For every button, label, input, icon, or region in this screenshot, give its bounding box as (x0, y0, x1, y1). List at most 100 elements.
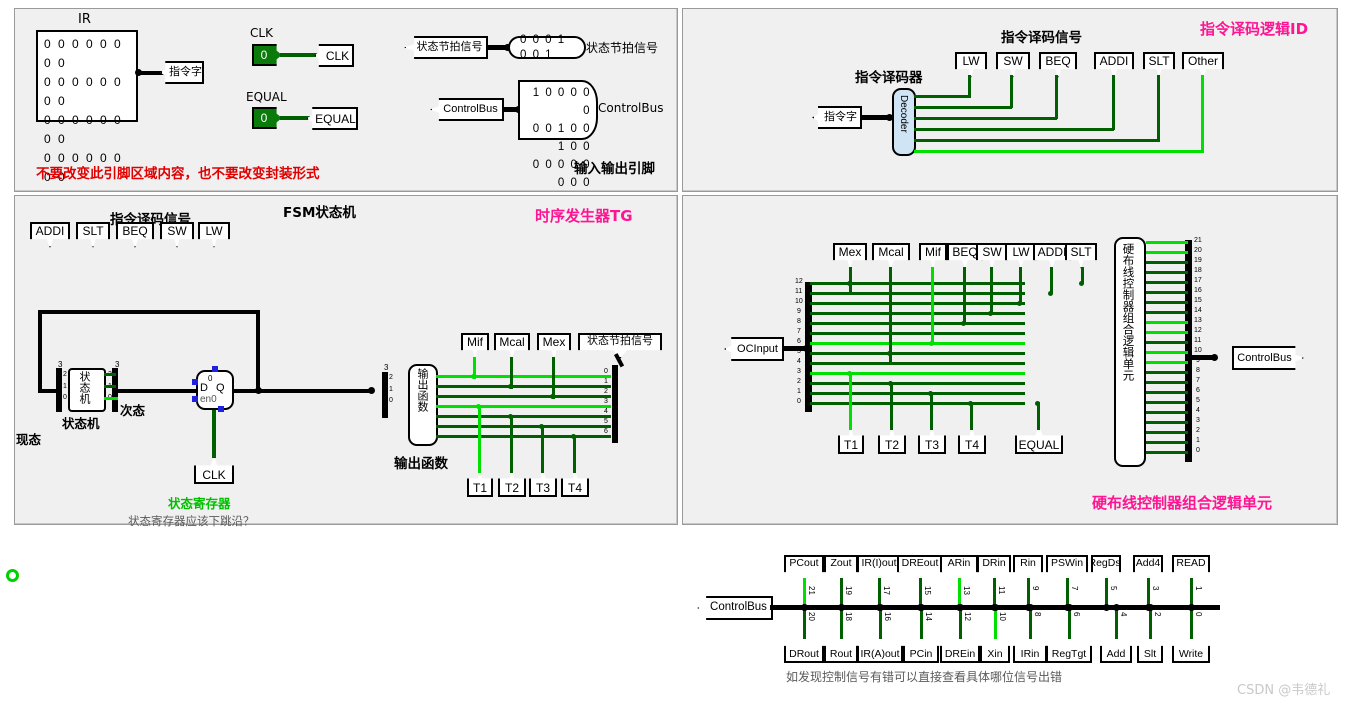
wire-decoder-slt-v (1157, 75, 1160, 141)
hw-out-16 (1146, 291, 1188, 294)
node-t1 (476, 404, 481, 409)
pin-cb-drout[interactable]: DRout (784, 637, 824, 663)
hw-out-19 (1146, 261, 1188, 264)
node-hw-slt (1079, 281, 1084, 286)
beat-out-label: 状态节拍信号 (586, 41, 659, 55)
controlbus-value-display[interactable]: 1 0 0 0 0 0 0 0 1 0 0 1 0 0 0 0 0 0 0 0 … (518, 80, 598, 189)
node-t4 (571, 434, 576, 439)
node-hw-t3 (928, 391, 933, 396)
wire-cb-top-9 (1027, 578, 1030, 606)
wire-decoder-sw-v (1010, 75, 1013, 108)
wire-cb-bot-16 (879, 607, 882, 639)
node-mcal (508, 384, 513, 389)
dff-port-en (192, 396, 198, 402)
node-hw-t2 (888, 381, 893, 386)
ir-row-1: 0 0 0 0 0 0 0 0 (44, 75, 123, 108)
wire-cb-top-15 (919, 578, 922, 606)
bitnum-0: 0 (1194, 612, 1203, 617)
state-register-label: 状态寄存器 (168, 496, 231, 511)
wire-hw-lw-drop (1019, 267, 1022, 304)
hw-out-3 (1146, 421, 1188, 424)
wire-t2-drop (510, 415, 513, 473)
hw-left-port-6: 6 (797, 338, 801, 345)
bitnum-6: 6 (1072, 612, 1081, 617)
node-cb-4 (1113, 604, 1120, 611)
hw-wire-1 (810, 392, 1025, 395)
hw-wire-4 (810, 362, 1025, 365)
wire-outfn-5 (436, 425, 611, 428)
pin-cb-write[interactable]: Write (1172, 637, 1210, 663)
pin-equal[interactable]: EQUAL (306, 107, 358, 130)
wire-state-feedback-top (38, 310, 260, 314)
hw-wire-5 (810, 352, 1025, 355)
outfn-bus-left (382, 372, 388, 418)
node-mex (550, 394, 555, 399)
watermark: CSDN @韦德礼 (1237, 683, 1331, 698)
hw-wire-8 (810, 322, 1025, 325)
dff-port-top (212, 366, 218, 372)
hw-right-port-15: 15 (1194, 297, 1202, 304)
pin-cb-irin[interactable]: IRin (1013, 637, 1047, 663)
wire-state-feedback-left (38, 310, 42, 393)
beat-splitter (612, 365, 618, 443)
wire-cb-bot-4 (1115, 607, 1118, 639)
node-cb-5 (1103, 604, 1110, 611)
ir-register-box[interactable]: 0 0 0 0 0 0 0 0 0 0 0 0 0 0 0 0 0 0 0 0 … (36, 30, 138, 184)
node-hw-controlbus (1211, 354, 1218, 361)
pin-cb-drein[interactable]: DREin (940, 637, 980, 663)
state-bus-right-width: 3 (115, 360, 120, 369)
node-hw-t1 (847, 371, 852, 376)
bitnum-8: 8 (1033, 612, 1042, 617)
bitnum-10: 10 (998, 612, 1007, 621)
state-register-note: 状态寄存器应该下跳沿？ (128, 514, 255, 528)
pin-beat-signal-in[interactable]: 状态节拍信号 (404, 36, 488, 59)
hw-wire-0 (810, 402, 1025, 405)
node-hw-lw (1017, 301, 1022, 306)
hardwired-chip-label: 硬布线控制器组合逻辑单元 (1121, 243, 1136, 381)
beat-value-display[interactable]: 0 0 0 1 0 0 1 (508, 34, 586, 61)
pin-cb-slt[interactable]: Slt (1137, 637, 1163, 663)
pin-controlbus-source[interactable]: ControlBus (697, 596, 773, 620)
node-hw-t4 (968, 401, 973, 406)
pin-cb-xin[interactable]: Xin (980, 637, 1010, 663)
pin-cb-add[interactable]: Add (1100, 637, 1132, 663)
wire-cb-top-21 (803, 578, 806, 606)
output-function-chip-label: 输出函数 (416, 368, 429, 412)
splitter-port-1: 1 (604, 378, 608, 385)
wire-to-output-fn (260, 389, 370, 393)
hw-out-15 (1146, 301, 1188, 304)
wire-cb-bot-12 (959, 607, 962, 639)
hw-right-port-5: 5 (1196, 397, 1200, 404)
pin-hw-controlbus-out[interactable]: ControlBus (1232, 346, 1304, 370)
hw-out-9 (1146, 361, 1188, 364)
wire-hw-t3-up (930, 392, 933, 430)
pin-ocinput[interactable]: OCInput (724, 337, 784, 361)
node-cb-10 (992, 604, 999, 611)
wire-decoder-other-v (1201, 75, 1204, 152)
hw-wire-6 (810, 342, 1025, 345)
pin-cb-rout[interactable]: Rout (824, 637, 858, 663)
wire-cb-bot-8 (1029, 607, 1032, 639)
pin-decoder-input[interactable]: 指令字 (812, 106, 862, 129)
node-cb-8 (1027, 604, 1034, 611)
bitnum-5: 5 (1109, 586, 1118, 591)
hw-right-port-17: 17 (1194, 277, 1202, 284)
hw-wire-3 (810, 372, 1025, 375)
hw-left-port-4: 4 (797, 358, 801, 365)
hw-out-11 (1146, 341, 1188, 344)
pin-controlbus-in[interactable]: ControlBus (430, 98, 504, 121)
hw-out-1 (1146, 441, 1188, 444)
node-cb-14 (918, 604, 925, 611)
pin-instruction-word[interactable]: 指令字 (160, 61, 204, 84)
output-function-label: 输出函数 (394, 456, 448, 472)
pin-cb-pcin[interactable]: PCin (903, 637, 939, 663)
hw-out-7 (1146, 381, 1188, 384)
hw-left-port-7: 7 (797, 328, 801, 335)
hw-out-12 (1146, 331, 1188, 334)
node-hw-mcal (887, 351, 892, 356)
pin-cb-regtgt[interactable]: RegTgt (1046, 637, 1092, 663)
bitnum-20: 20 (807, 612, 816, 621)
pin-clk[interactable]: CLK (314, 44, 354, 67)
pin-cb-iraout[interactable]: IR(A)out (857, 637, 903, 663)
ofp-2: 2 (389, 374, 393, 381)
